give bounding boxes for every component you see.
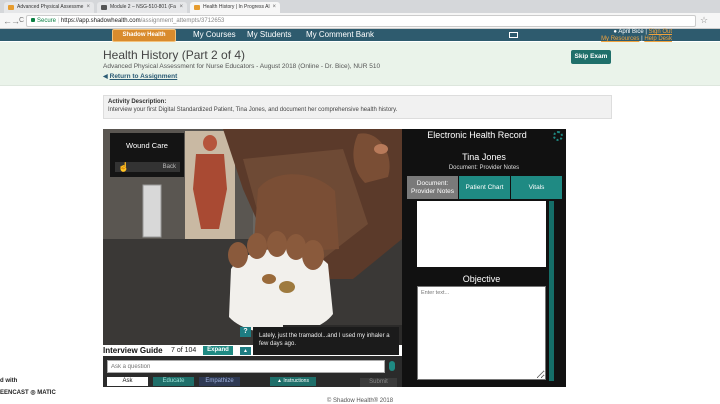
separator: | [645,29,647,35]
nav-my-courses[interactable]: My Courses [193,29,236,41]
tab-vitals[interactable]: Vitals [511,176,562,199]
favicon-icon [8,5,14,10]
wound-care-title: Wound Care [126,141,168,150]
tab-provider-notes[interactable]: Document: Provider Notes [407,176,458,199]
back-triangle-icon: ◀ [103,74,108,80]
hand-pointer-icon: ☝ [118,162,130,172]
microphone-icon[interactable] [389,361,395,371]
question-input[interactable] [107,360,385,373]
submit-button[interactable]: Submit [360,378,397,387]
back-button[interactable]: Back [163,162,176,172]
user-name: April Bice [618,29,644,35]
activity-label: Activity Description: [108,99,167,105]
address-bar: ← → C Secure | https://app.shadowhealth.… [0,13,720,29]
close-icon[interactable]: × [179,2,183,13]
favicon-icon [194,5,200,10]
patient-name: Tina Jones [462,152,506,162]
browser-tabstrip: Advanced Physical Assessme × Module 2 – … [0,0,720,13]
gear-icon[interactable] [553,131,563,141]
browser-tab-label: Module 2 – NSG-510-801 (Fa [110,4,176,10]
copyright: © Shadow Health® 2018 [326,398,394,404]
objective-notes-field[interactable] [417,286,546,380]
skip-exam-button[interactable]: Skip Exam [571,50,611,64]
screencast-watermark: d with EENCAST ◎ MATIC [0,378,80,404]
question-count: 7 of 104 [171,347,197,354]
expand-up-icon[interactable]: ▲ [240,347,251,355]
secure-label: Secure [37,18,57,24]
interview-guide-label: Interview Guide [103,346,163,355]
browser-tab-active[interactable]: Health History | In Progress Al × [190,2,280,13]
shadow-health-logo[interactable]: Shadow Health [112,29,176,42]
ehr-title: Electronic Health Record [427,130,527,140]
mail-icon[interactable] [509,32,518,38]
browser-tab[interactable]: Advanced Physical Assessme × [4,2,94,13]
watermark-top: d with [0,378,18,384]
bookmark-star-icon[interactable]: ☆ [700,15,708,26]
wound-care-back-bar[interactable]: ☝ Back [115,162,180,172]
course-subtitle: Advanced Physical Assessment for Nurse E… [103,63,381,70]
url-field[interactable]: Secure | https://app.shadowhealth.com/as… [26,15,696,27]
objective-title: Objective [462,274,501,284]
expand-guide-button[interactable]: Expand [203,346,233,355]
reload-icon[interactable]: C [19,16,24,26]
user-block: ● April Bice | Sign Out My Resources | H… [532,29,672,42]
patient-speech-bubble: Lately, just the tramadol...and I used m… [253,327,399,355]
browser-tab[interactable]: Module 2 – NSG-510-801 (Fa × [97,2,187,13]
nav-my-comment-bank[interactable]: My Comment Bank [306,29,374,41]
mode-empathize-button[interactable]: Empathize [199,377,240,386]
activity-text: Interview your first Digital Standardize… [108,107,398,113]
close-icon[interactable]: × [272,2,276,13]
page-title: Health History (Part 2 of 4) [103,48,246,62]
favicon-icon [101,5,107,10]
url-host: https://app.shadowhealth.com [60,18,141,24]
browser-tab-label: Advanced Physical Assessme [17,4,84,10]
watermark-bottom: EENCAST ◎ MATIC [0,390,56,396]
mode-educate-button[interactable]: Educate [153,377,194,386]
activity-description: Activity Description: Interview your fir… [103,95,612,119]
mode-ask-button[interactable]: Ask [107,377,148,386]
return-link-label: Return to Assignment [109,73,178,80]
lock-icon [31,18,35,22]
ehr-scrollbar-thumb[interactable] [549,201,554,381]
close-icon[interactable]: × [86,2,90,13]
help-question-icon[interactable]: ? [240,327,251,337]
wound-care-panel: Wound Care ☝ Back [110,133,184,177]
sign-out-link[interactable]: Sign Out [649,29,672,35]
url-path: /assignment_attempts/3712653 [140,18,225,24]
nav-my-students[interactable]: My Students [247,29,291,41]
tab-patient-chart[interactable]: Patient Chart [459,176,510,199]
return-to-assignment-link[interactable]: ◀ Return to Assignment [103,73,177,80]
instructions-button[interactable]: ▲ Instructions [270,377,316,386]
subjective-notes-field[interactable] [417,201,546,267]
document-label: Document: Provider Notes [448,165,520,171]
browser-tab-label: Health History | In Progress Al [203,4,270,10]
